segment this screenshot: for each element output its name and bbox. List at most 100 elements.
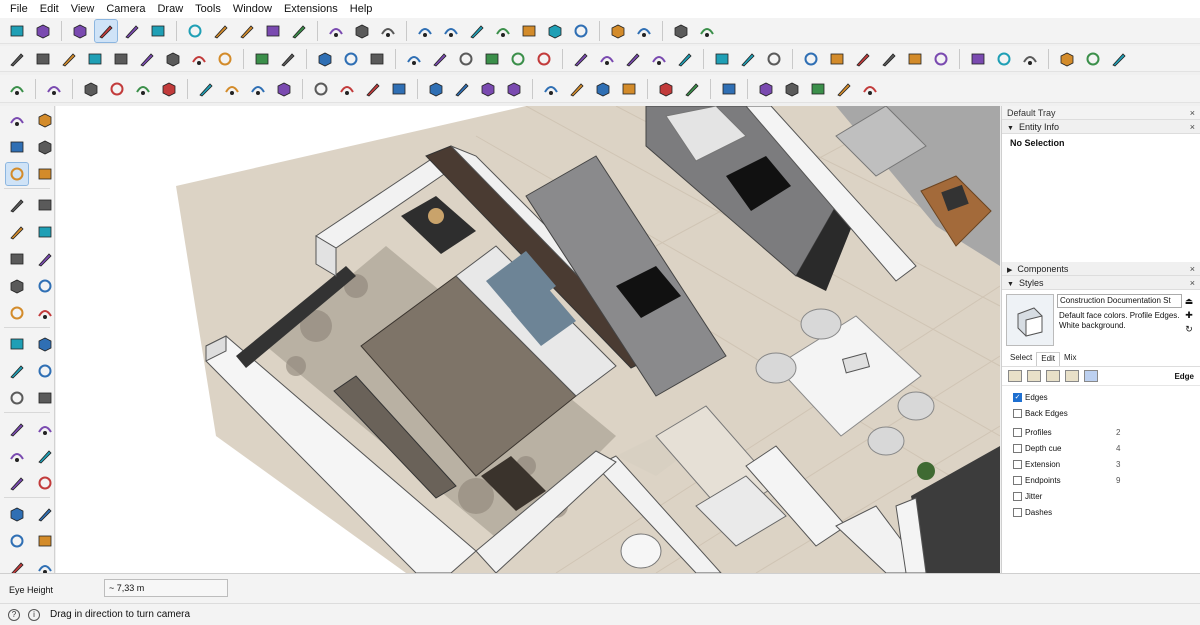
axes-icon[interactable] (6, 472, 28, 494)
tag-icon[interactable] (34, 163, 56, 185)
circle-icon[interactable] (110, 48, 132, 70)
recycle-icon[interactable] (670, 20, 692, 42)
share-model-icon[interactable] (32, 20, 54, 42)
box-view-icon[interactable] (94, 18, 118, 43)
orbit-icon[interactable] (6, 503, 28, 525)
refresh-tool-icon[interactable] (273, 78, 295, 100)
watermark-settings-icon[interactable] (1065, 370, 1079, 382)
3d-text-icon[interactable] (34, 472, 56, 494)
dimension-icon[interactable] (648, 48, 670, 70)
follow-me-icon[interactable] (34, 360, 56, 382)
update-style-icon[interactable]: ↻ (1185, 324, 1193, 335)
box-f-icon[interactable] (570, 20, 592, 42)
section-fill-icon[interactable] (993, 48, 1015, 70)
style-name-field[interactable]: Construction Documentation St (1057, 294, 1182, 308)
menu-file[interactable]: File (4, 0, 34, 18)
rectangle-icon[interactable] (6, 221, 28, 243)
menu-view[interactable]: View (65, 0, 101, 18)
styles-header[interactable]: ▼ Styles × (1002, 276, 1200, 290)
edge-option-checkbox[interactable] (1013, 427, 1022, 437)
section-blue-icon[interactable] (1082, 48, 1104, 70)
solid-box-icon[interactable] (147, 20, 169, 42)
offset-icon[interactable] (34, 387, 56, 409)
components-header[interactable]: ▶ Components × (1002, 262, 1200, 276)
pie-icon[interactable] (188, 48, 210, 70)
rotate-tool-icon[interactable] (221, 78, 243, 100)
menu-edit[interactable]: Edit (34, 0, 65, 18)
orbit-icon[interactable] (425, 78, 447, 100)
select-arrow-icon[interactable] (43, 78, 65, 100)
three-point-arc-icon[interactable] (214, 48, 236, 70)
face-settings-icon[interactable] (1027, 370, 1041, 382)
pie-icon[interactable] (34, 302, 56, 324)
flip-icon[interactable] (618, 78, 640, 100)
back-view-icon[interactable] (262, 20, 284, 42)
menu-tools[interactable]: Tools (189, 0, 227, 18)
solid-tools-icon[interactable] (403, 48, 425, 70)
save-style-icon[interactable]: ⏏ (1185, 296, 1194, 307)
push-pull-tool-icon[interactable] (195, 78, 217, 100)
zoom-extents-tool-icon[interactable] (503, 78, 525, 100)
menu-help[interactable]: Help (344, 0, 379, 18)
zoom-icon[interactable] (6, 530, 28, 552)
left-view-icon[interactable] (288, 20, 310, 42)
dimension-icon[interactable] (34, 418, 56, 440)
measurement-input[interactable]: ~ 7,33 m (104, 579, 228, 597)
paint-bucket-icon[interactable] (6, 136, 28, 158)
box-r-icon[interactable] (492, 20, 514, 42)
edge-option-checkbox[interactable] (1013, 507, 1022, 517)
box-x-icon[interactable] (544, 20, 566, 42)
polygon-icon[interactable] (136, 48, 158, 70)
menu-window[interactable]: Window (227, 0, 278, 18)
pie-arc-icon[interactable] (34, 275, 56, 297)
footprints-icon[interactable] (930, 48, 952, 70)
edge-option-checkbox[interactable]: ✓ (1013, 392, 1022, 402)
zoom-window-icon[interactable] (826, 48, 848, 70)
grid-icon[interactable] (277, 48, 299, 70)
f6-icon[interactable] (607, 20, 629, 42)
edge-option-checkbox[interactable] (1013, 459, 1022, 469)
subtract-icon[interactable] (481, 48, 503, 70)
protractor-icon[interactable] (6, 445, 28, 467)
floor-plan-render[interactable] (56, 106, 1000, 573)
freehand-icon[interactable] (34, 194, 56, 216)
text-label-icon[interactable] (362, 78, 384, 100)
sync-icon[interactable] (755, 78, 777, 100)
trim-icon[interactable] (507, 48, 529, 70)
three-point-arc-icon[interactable] (6, 302, 28, 324)
stamp-icon[interactable] (592, 78, 614, 100)
follow-me-icon[interactable] (340, 48, 362, 70)
style-thumbnail[interactable] (1006, 294, 1054, 346)
menu-camera[interactable]: Camera (100, 0, 151, 18)
sync-alt-icon[interactable] (781, 78, 803, 100)
edge-settings-icon[interactable] (1008, 370, 1022, 382)
zoom-icon[interactable] (800, 48, 822, 70)
orbit-lasso-icon[interactable] (34, 109, 56, 131)
styles-close-icon[interactable]: × (1190, 278, 1195, 288)
text-icon[interactable] (34, 445, 56, 467)
tape-icon[interactable] (570, 48, 592, 70)
select-arrow-icon[interactable] (6, 109, 28, 131)
rectangle-icon[interactable] (58, 48, 80, 70)
rect-tool-icon[interactable] (158, 78, 180, 100)
protractor-icon[interactable] (596, 48, 618, 70)
entity-info-close-icon[interactable]: × (1190, 122, 1195, 132)
export-icon[interactable] (833, 78, 855, 100)
move-tool-icon[interactable] (247, 78, 269, 100)
menu-extensions[interactable]: Extensions (278, 0, 344, 18)
solid-inspector-icon[interactable] (351, 20, 373, 42)
offset-tool-icon[interactable] (310, 78, 332, 100)
background-settings-icon[interactable] (1046, 370, 1060, 382)
info-icon[interactable]: i (28, 608, 40, 621)
tape-icon[interactable] (6, 418, 28, 440)
edge-option-value[interactable]: 4 (1116, 444, 1200, 453)
tab-select[interactable]: Select (1006, 352, 1036, 366)
push-pull-icon[interactable] (34, 333, 56, 355)
tab-edit[interactable]: Edit (1036, 352, 1061, 366)
move-icon[interactable] (6, 333, 28, 355)
pencil-icon[interactable] (6, 48, 28, 70)
look-around-icon[interactable] (904, 48, 926, 70)
rotated-rect-icon[interactable] (84, 48, 106, 70)
arc-icon[interactable] (6, 275, 28, 297)
rotate-icon[interactable] (737, 48, 759, 70)
